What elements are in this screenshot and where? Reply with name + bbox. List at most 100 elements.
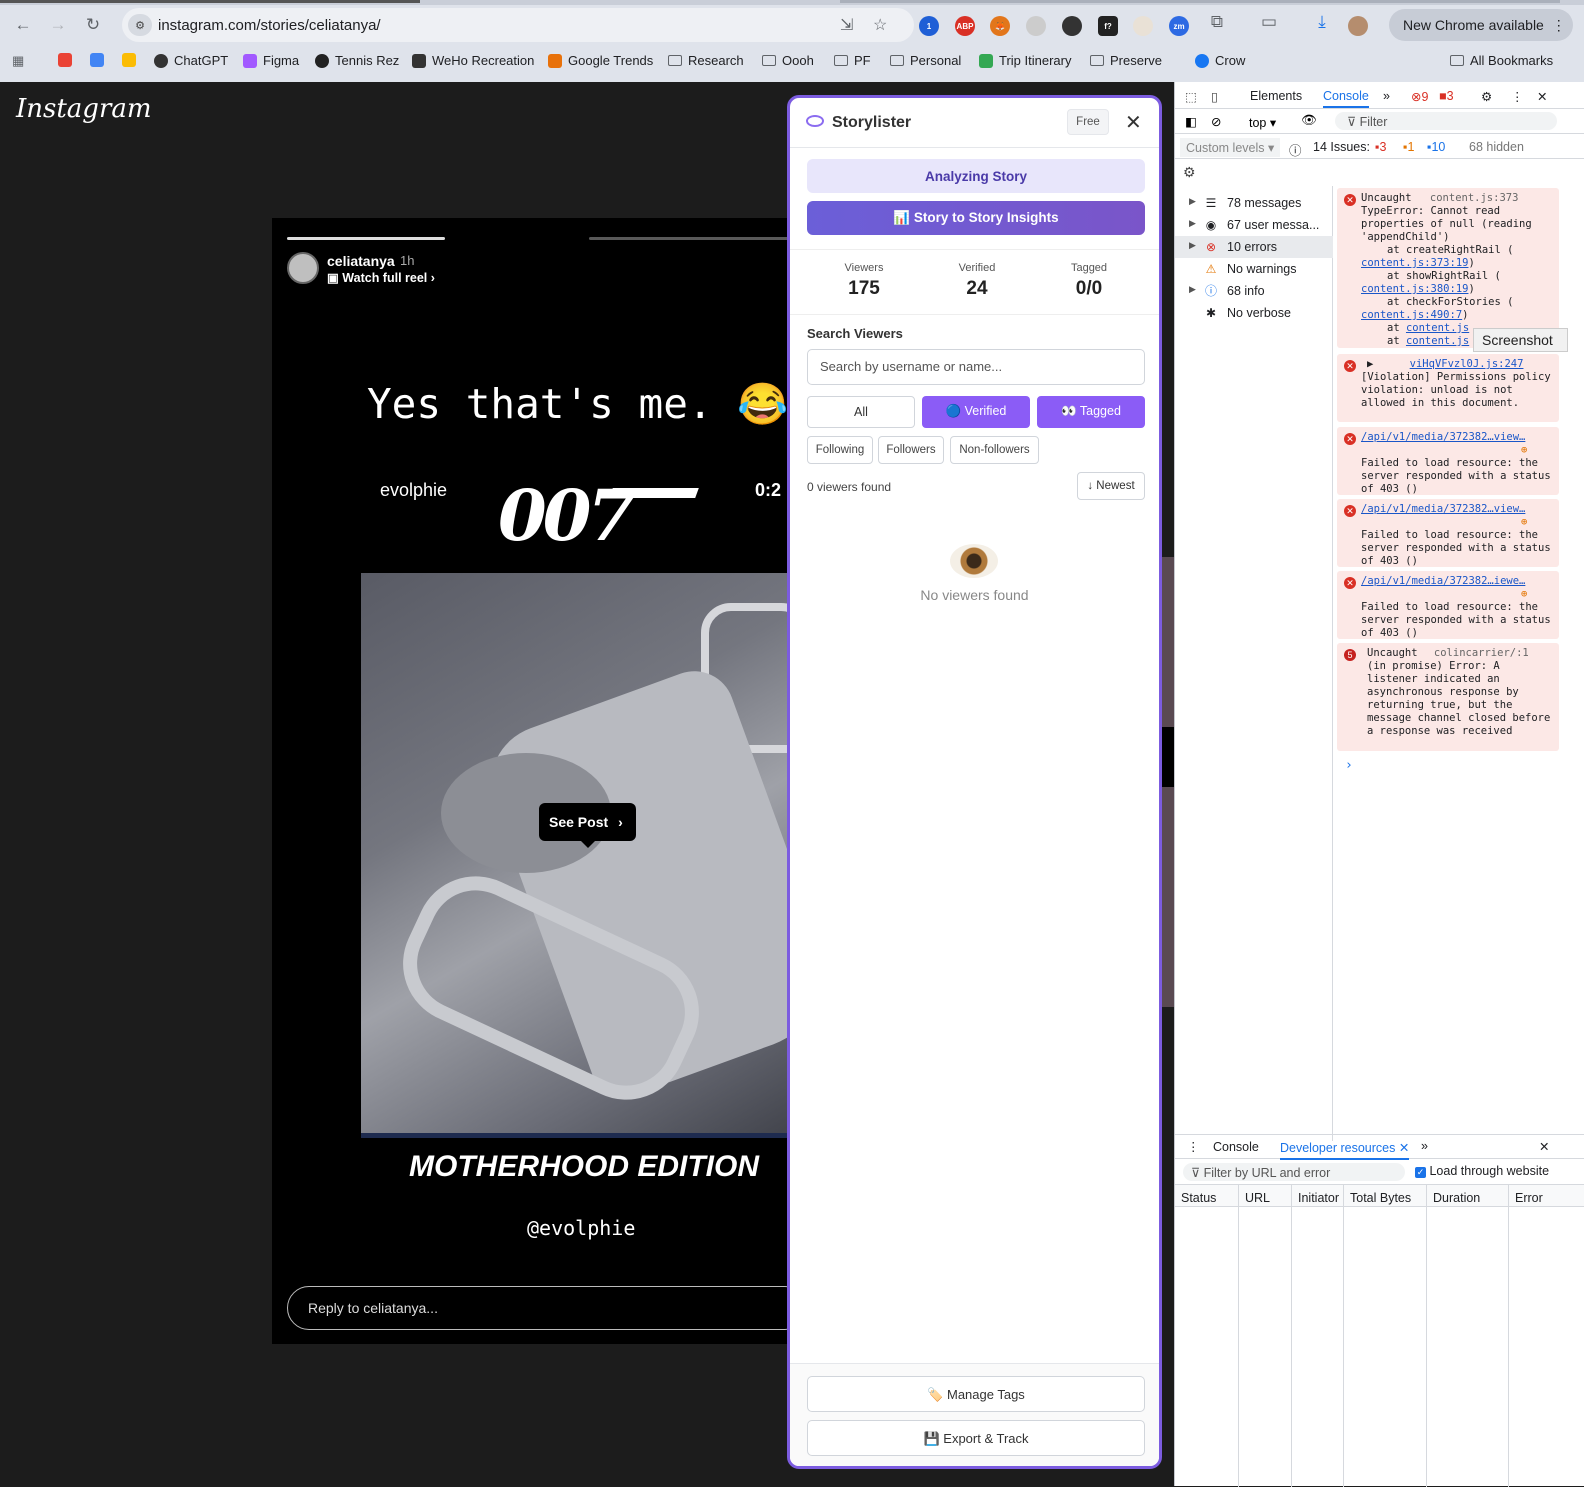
issue-info[interactable]: ▪10: [1427, 140, 1445, 154]
network-icon[interactable]: ⊕: [1521, 516, 1527, 528]
context-select[interactable]: top ▾: [1249, 115, 1276, 130]
password-manager-icon[interactable]: 1: [919, 16, 939, 36]
message-source[interactable]: /api/v1/media/372382…view…: [1361, 503, 1525, 515]
story-viewer[interactable]: celiatanya 1h ▣ Watch full reel › Yes th…: [272, 218, 812, 1344]
message-source[interactable]: colincarrier/:1: [1434, 647, 1529, 659]
extension-icon[interactable]: [1026, 16, 1046, 36]
bookmark-folder-pf[interactable]: PF: [834, 53, 871, 68]
filter-verified-button[interactable]: 🔵 Verified: [922, 396, 1030, 428]
calendar-icon[interactable]: [90, 53, 104, 67]
resource-filter-input[interactable]: ⊽ Filter by URL and error: [1183, 1163, 1405, 1181]
more-vert-icon[interactable]: ⋮: [1187, 1139, 1200, 1154]
message-source[interactable]: /api/v1/media/372382…iewe…: [1361, 575, 1525, 587]
column-url[interactable]: URL: [1239, 1185, 1292, 1487]
download-icon[interactable]: ⤓: [1309, 9, 1335, 35]
network-icon[interactable]: ⊕: [1521, 444, 1527, 456]
tab-search-icon[interactable]: ▭: [1256, 9, 1282, 35]
see-post-button[interactable]: See Post ›: [539, 803, 636, 848]
forward-icon[interactable]: →: [45, 12, 71, 38]
next-story-preview[interactable]: [1162, 557, 1174, 1007]
custom-levels-select[interactable]: Custom levels ▾: [1180, 138, 1281, 157]
bookmark-folder-personal[interactable]: Personal: [890, 53, 961, 68]
expand-arrow-icon[interactable]: ▶: [1367, 358, 1373, 370]
instagram-logo[interactable]: Instagram: [16, 94, 152, 124]
insights-button[interactable]: 📊 Story to Story Insights: [807, 201, 1145, 235]
column-error[interactable]: Error: [1509, 1185, 1584, 1487]
load-through-website-checkbox[interactable]: ✓ Load through website: [1415, 1164, 1549, 1178]
message-source[interactable]: content.js:373: [1430, 192, 1519, 204]
expand-arrow-icon[interactable]: ▶: [1189, 218, 1196, 229]
console-error-message[interactable]: ✕ /api/v1/media/372382…view… ⊕ Failed to…: [1337, 427, 1559, 495]
export-track-button[interactable]: 💾 Export & Track: [807, 1420, 1145, 1456]
sort-button[interactable]: ↓ Newest: [1077, 472, 1145, 500]
zoom-icon[interactable]: zm: [1169, 16, 1189, 36]
address-bar[interactable]: ⚙ instagram.com/stories/celiatanya/ ⇲ ☆: [122, 8, 914, 42]
tab-elements[interactable]: Elements: [1250, 89, 1302, 103]
console-error-message[interactable]: ✕ Uncaught content.js:373 TypeError: Can…: [1337, 188, 1559, 348]
extension-icon[interactable]: [1133, 16, 1153, 36]
bookmark-chatgpt[interactable]: ChatGPT: [154, 53, 228, 68]
manage-tags-button[interactable]: 🏷️ Manage Tags: [807, 1376, 1145, 1412]
close-icon[interactable]: ✕: [1537, 89, 1547, 104]
column-duration[interactable]: Duration: [1427, 1185, 1509, 1487]
console-promise-error[interactable]: 5 Uncaught colincarrier/:1 (in promise) …: [1337, 643, 1559, 751]
sidebar-item-messages[interactable]: ▶ ☰ 78 messages: [1175, 192, 1333, 214]
console-error-message[interactable]: ✕ /api/v1/media/372382…iewe… ⊕ Failed to…: [1337, 571, 1559, 639]
filter-non-followers[interactable]: Non-followers: [950, 436, 1039, 464]
search-input[interactable]: Search by username or name...: [807, 349, 1145, 385]
column-total-bytes[interactable]: Total Bytes: [1344, 1185, 1427, 1487]
expand-arrow-icon[interactable]: ▶: [1189, 240, 1196, 251]
more-tabs-icon[interactable]: »: [1383, 89, 1390, 103]
stack-link[interactable]: content.js:490:7: [1361, 309, 1462, 321]
formula-icon[interactable]: f?: [1098, 16, 1118, 36]
settings-gear-icon[interactable]: ⚙: [1481, 89, 1492, 104]
filter-tagged-button[interactable]: 👀 Tagged: [1037, 396, 1145, 428]
console-violation-message[interactable]: ✕ ▶ viHqVFvzl0J.js:247 [Violation] Permi…: [1337, 354, 1559, 422]
bookmark-google-trends[interactable]: Google Trends: [548, 53, 653, 68]
console-error-message[interactable]: ✕ /api/v1/media/372382…view… ⊕ Failed to…: [1337, 499, 1559, 567]
sidebar-item-user-messages[interactable]: ▶ ◉ 67 user messa...: [1175, 214, 1333, 236]
column-status[interactable]: Status: [1175, 1185, 1239, 1487]
column-initiator[interactable]: Initiator: [1292, 1185, 1344, 1487]
gmail-icon[interactable]: [58, 53, 72, 67]
drawer-tab-developer-resources[interactable]: Developer resources ✕: [1280, 1140, 1410, 1160]
warn-count-badge[interactable]: ■3: [1439, 89, 1454, 103]
clear-console-icon[interactable]: ⊘: [1211, 114, 1221, 129]
sidebar-item-warnings[interactable]: ⚠ No warnings: [1175, 258, 1333, 280]
bookmark-tennis[interactable]: Tennis Rez: [315, 53, 399, 68]
site-info-icon[interactable]: ⚙: [128, 14, 152, 36]
close-icon[interactable]: ✕: [1399, 1141, 1409, 1155]
reel-video[interactable]: evolphie 007 0:2 See Post › MOTHERHOOD ED…: [361, 458, 812, 1264]
stack-link[interactable]: content.js: [1406, 335, 1469, 347]
bookmark-folder-preserve[interactable]: Preserve: [1090, 53, 1162, 68]
filter-followers[interactable]: Followers: [878, 436, 944, 464]
drawer-tab-console[interactable]: Console: [1213, 1140, 1259, 1154]
console-settings-gear-icon[interactable]: ⚙: [1183, 164, 1196, 181]
bookmark-figma[interactable]: Figma: [243, 53, 299, 68]
issue-warnings[interactable]: ▪1: [1403, 140, 1414, 154]
network-icon[interactable]: ⊕: [1521, 588, 1527, 600]
install-icon[interactable]: ⇲: [840, 15, 853, 35]
drive-icon[interactable]: [122, 53, 136, 67]
filter-following[interactable]: Following: [807, 436, 873, 464]
watch-full-reel-link[interactable]: ▣ Watch full reel ›: [327, 270, 435, 285]
stack-link[interactable]: content.js:380:19: [1361, 283, 1468, 295]
profile-avatar[interactable]: [1348, 16, 1368, 36]
stack-link[interactable]: content.js: [1406, 322, 1469, 334]
extension-icon[interactable]: [1062, 16, 1082, 36]
apps-grid-icon[interactable]: ▦: [12, 53, 24, 69]
new-chrome-button[interactable]: New Chrome available ⋮: [1389, 9, 1573, 41]
sidebar-item-errors[interactable]: ▶ ⊗ 10 errors: [1175, 236, 1333, 258]
reply-input[interactable]: Reply to celiatanya...: [287, 1286, 807, 1330]
bookmark-weho[interactable]: WeHo Recreation: [412, 53, 534, 68]
error-count-badge[interactable]: ⊗9: [1411, 89, 1428, 104]
metamask-icon[interactable]: 🦊: [990, 16, 1010, 36]
reload-icon[interactable]: ↻: [80, 12, 106, 38]
filter-input[interactable]: ⊽ Filter: [1335, 112, 1557, 130]
tab[interactable]: [840, 0, 1560, 3]
inspect-icon[interactable]: ⬚: [1185, 89, 1197, 104]
close-icon[interactable]: ✕: [1125, 110, 1142, 135]
message-source[interactable]: /api/v1/media/372382…view…: [1361, 431, 1525, 443]
adblock-icon[interactable]: ABP: [955, 16, 975, 36]
story-username[interactable]: celiatanya: [327, 253, 395, 269]
